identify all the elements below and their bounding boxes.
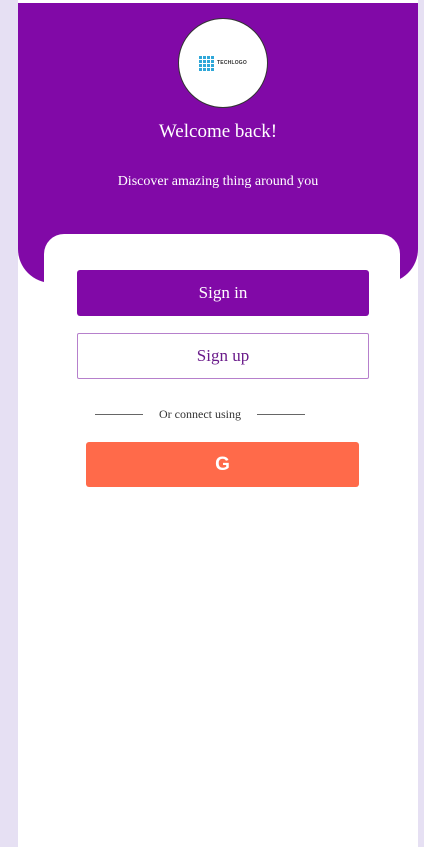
sign-up-button[interactable]: Sign up	[77, 333, 369, 379]
logo: TECHLOGO	[178, 18, 268, 108]
google-icon: G	[215, 453, 230, 475]
logo-text: TECHLOGO	[217, 60, 247, 66]
connect-divider: Or connect using	[0, 404, 400, 424]
divider-line-right	[256, 413, 305, 415]
divider-label: Or connect using	[159, 406, 241, 421]
page-title: Welcome back!	[158, 121, 278, 142]
grid-logo-icon	[199, 55, 215, 71]
page-subtitle: Discover amazing thing around you	[117, 174, 319, 189]
divider-line-left	[95, 413, 143, 415]
google-signin-button[interactable]: G	[86, 442, 359, 487]
sign-in-button[interactable]: Sign in	[77, 270, 369, 316]
auth-card	[44, 234, 400, 847]
